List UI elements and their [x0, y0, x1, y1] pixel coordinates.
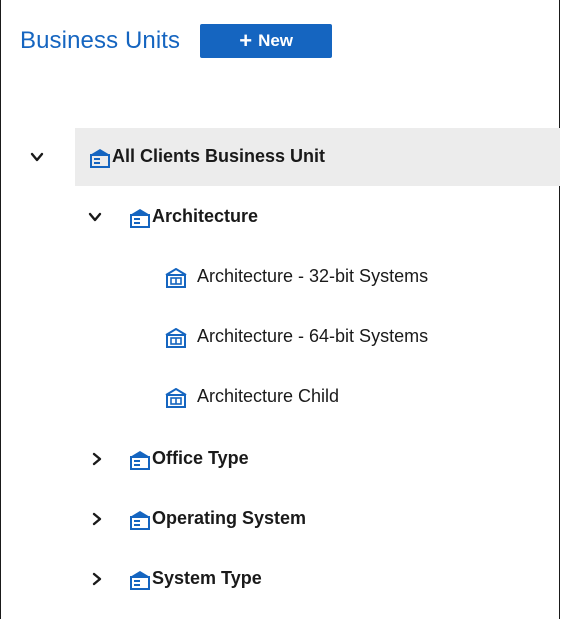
business-unit-group-icon	[128, 205, 152, 229]
tree-node-label: Architecture	[152, 206, 259, 226]
business-unit-leaf-icon	[164, 325, 188, 349]
business-unit-leaf-icon	[164, 265, 188, 289]
tree-node-label: System Type	[152, 568, 262, 588]
chevron-right-icon[interactable]	[90, 512, 104, 526]
plus-icon: +	[239, 28, 253, 53]
tree-node-office-type[interactable]	[0, 430, 560, 488]
new-button-label: New	[258, 31, 294, 50]
chevron-down-icon[interactable]	[30, 150, 44, 164]
business-unit-group-icon	[128, 507, 152, 531]
tree-node-system-type[interactable]	[0, 550, 560, 608]
business-unit-group-icon	[128, 447, 152, 471]
tree-node-label: Architecture Child	[197, 386, 340, 406]
new-button[interactable]: + New	[200, 24, 333, 58]
business-unit-leaf-icon	[164, 385, 188, 409]
page-title: Business Units	[20, 27, 181, 54]
business-unit-group-icon	[88, 145, 112, 169]
business-unit-group-icon	[128, 567, 152, 591]
tree-node-label: Architecture - 64-bit Systems	[197, 326, 429, 346]
tree-node-architecture[interactable]	[0, 188, 560, 246]
tree-node-label: All Clients Business Unit	[112, 146, 326, 166]
tree-node-label: Office Type	[152, 448, 249, 468]
tree-node-label: Operating System	[152, 508, 307, 528]
tree-node-label: Architecture - 32-bit Systems	[197, 266, 429, 286]
chevron-down-icon[interactable]	[88, 210, 102, 224]
chevron-right-icon[interactable]	[90, 452, 104, 466]
chevron-right-icon[interactable]	[90, 572, 104, 586]
page-header: Business Units + New	[20, 24, 333, 58]
